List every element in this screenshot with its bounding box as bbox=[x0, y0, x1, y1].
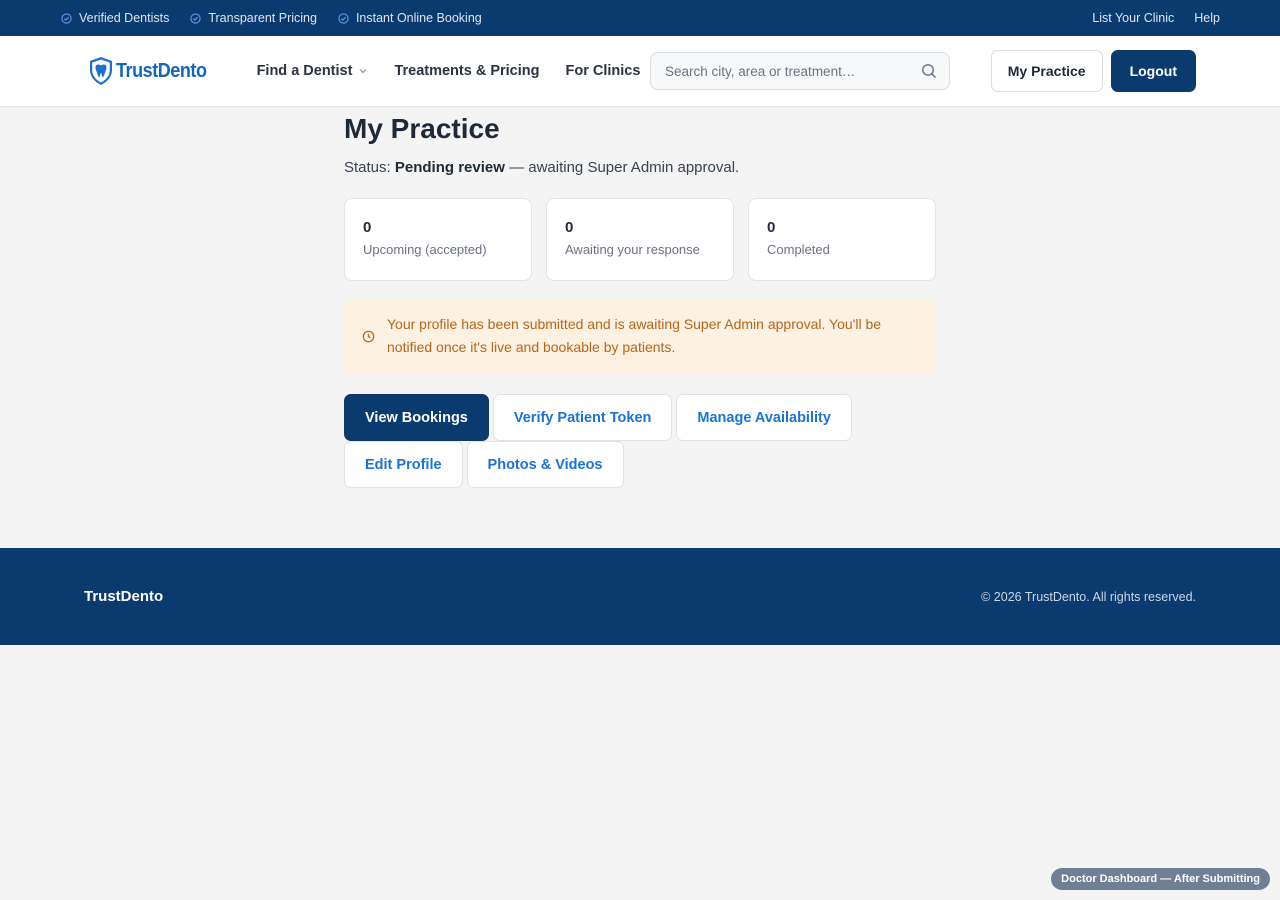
footer-brand: TrustDento bbox=[84, 588, 164, 605]
practice-dashboard: My Practice Status: Pending review — awa… bbox=[344, 107, 936, 548]
view-bookings-button[interactable]: View Bookings bbox=[344, 394, 489, 441]
nav-find-a-dentist[interactable]: Find a Dentist bbox=[257, 63, 369, 79]
stat-upcoming: 0 Upcoming (accepted) bbox=[344, 198, 532, 281]
brand-logo[interactable]: TrustDento bbox=[88, 56, 217, 86]
brand-name: TrustDento bbox=[116, 59, 207, 82]
top-announcement-bar: Verified Dentists Transparent Pricing In… bbox=[0, 0, 1280, 36]
stat-value: 0 bbox=[363, 219, 372, 236]
footer-copyright: © 2026 TrustDento. All rights reserved. bbox=[981, 589, 1196, 604]
status-line: Status: Pending review — awaiting Super … bbox=[344, 159, 936, 176]
feature-label: Instant Online Booking bbox=[355, 11, 482, 25]
feature-transparent-pricing: Transparent Pricing bbox=[190, 11, 317, 25]
site-footer: TrustDento © 2026 TrustDento. All rights… bbox=[0, 548, 1280, 645]
feature-verified-dentists: Verified Dentists bbox=[61, 11, 169, 25]
stat-completed: 0 Completed bbox=[748, 198, 936, 281]
nav-treatments-pricing[interactable]: Treatments & Pricing bbox=[394, 63, 539, 79]
search-input[interactable] bbox=[665, 63, 921, 79]
check-circle-icon bbox=[338, 12, 349, 24]
help-link[interactable]: Help bbox=[1194, 11, 1220, 25]
verify-patient-token-button[interactable]: Verify Patient Token bbox=[492, 394, 673, 441]
my-practice-button[interactable]: My Practice bbox=[990, 50, 1103, 92]
header-actions: My Practice Logout bbox=[990, 50, 1196, 92]
manage-availability-button[interactable]: Manage Availability bbox=[676, 394, 852, 441]
page-title: My Practice bbox=[344, 113, 500, 144]
check-circle-icon bbox=[190, 12, 201, 24]
chevron-down-icon bbox=[360, 69, 367, 74]
stat-value: 0 bbox=[767, 219, 776, 236]
main-nav: Find a Dentist Treatments & Pricing For … bbox=[257, 63, 667, 79]
clock-icon bbox=[362, 330, 375, 342]
edit-profile-button[interactable]: Edit Profile bbox=[344, 441, 463, 488]
stat-label: Completed bbox=[767, 242, 830, 257]
status-suffix: — awaiting Super Admin approval. bbox=[504, 159, 740, 176]
search-box bbox=[650, 52, 950, 90]
photos-videos-button[interactable]: Photos & Videos bbox=[466, 441, 624, 488]
nav-for-clinics[interactable]: For Clinics bbox=[565, 63, 640, 79]
feature-list: Verified Dentists Transparent Pricing In… bbox=[61, 11, 503, 25]
nav-label: For Clinics bbox=[565, 63, 641, 79]
nav-label: Find a Dentist bbox=[256, 63, 353, 79]
feature-label: Verified Dentists bbox=[79, 11, 170, 25]
search-icon[interactable] bbox=[921, 63, 937, 79]
topbar-links: List Your Clinic Help bbox=[1072, 11, 1220, 25]
stat-label: Awaiting your response bbox=[565, 242, 700, 257]
tooth-shield-icon bbox=[90, 57, 112, 85]
feature-instant-booking: Instant Online Booking bbox=[338, 11, 482, 25]
logout-button[interactable]: Logout bbox=[1110, 50, 1196, 92]
notice-text: Your profile has been submitted and is a… bbox=[387, 316, 882, 355]
stats-cards: 0 Upcoming (accepted) 0 Awaiting your re… bbox=[344, 198, 936, 281]
feature-label: Transparent Pricing bbox=[208, 11, 317, 25]
stat-awaiting-response: 0 Awaiting your response bbox=[546, 198, 734, 281]
nav-label: Treatments & Pricing bbox=[394, 63, 540, 79]
list-your-clinic-link[interactable]: List Your Clinic bbox=[1092, 11, 1174, 25]
pending-approval-notice: Your profile has been submitted and is a… bbox=[344, 299, 936, 374]
status-prefix: Status: bbox=[344, 159, 395, 176]
status-value: Pending review bbox=[394, 159, 505, 176]
stat-value: 0 bbox=[565, 219, 574, 236]
screen-label-badge: Doctor Dashboard — After Submitting bbox=[1051, 868, 1270, 890]
stat-label: Upcoming (accepted) bbox=[363, 242, 487, 257]
site-header: TrustDento Find a Dentist Treatments & P… bbox=[0, 36, 1280, 107]
check-circle-icon bbox=[61, 12, 72, 24]
dashboard-actions: View Bookings Verify Patient Token Manag… bbox=[344, 394, 944, 488]
